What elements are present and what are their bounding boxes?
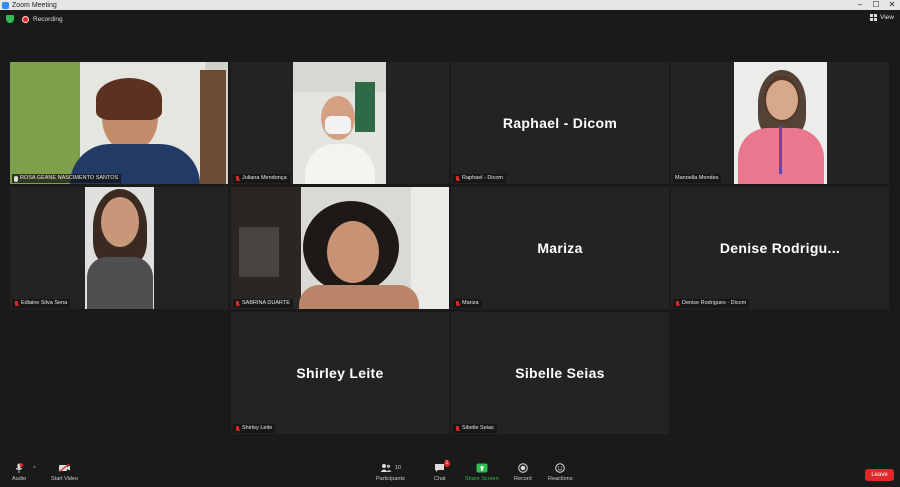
participant-nametag: Raphael - Dicom bbox=[453, 174, 506, 183]
audio-options-caret-icon[interactable]: ^ bbox=[33, 466, 36, 472]
window-title: Zoom Meeting bbox=[12, 1, 57, 9]
participant-tile-mariza[interactable]: Mariza Mariza bbox=[451, 187, 669, 309]
participant-tile-denise[interactable]: Denise Rodrigu... Denise Rodrigues - Dic… bbox=[671, 187, 889, 309]
record-icon bbox=[518, 463, 528, 473]
window-titlebar: Zoom Meeting – ☐ ✕ bbox=[0, 0, 900, 10]
share-screen-button[interactable]: Share Screen bbox=[465, 463, 499, 482]
meeting-topbar: Recording View bbox=[0, 10, 900, 28]
participant-nametag: SABRINA DUARTE bbox=[233, 299, 293, 308]
mic-muted-icon bbox=[455, 425, 460, 432]
window-controls: – ☐ ✕ bbox=[852, 0, 900, 10]
participant-display-name: Denise Rodrigu... bbox=[719, 240, 841, 256]
mic-muted-icon bbox=[14, 300, 19, 307]
audio-button[interactable]: Audio bbox=[12, 463, 26, 482]
minimize-button[interactable]: – bbox=[852, 0, 868, 10]
chat-button[interactable]: 1 Chat bbox=[434, 460, 451, 482]
participant-nametag: Edlaine Silva Sena bbox=[12, 299, 71, 308]
zoom-app-icon bbox=[2, 1, 9, 9]
recording-icon bbox=[22, 15, 29, 23]
mic-on-icon bbox=[14, 175, 18, 182]
participant-name: ROSA GEANE NASCIMENTO SANTOS bbox=[20, 175, 119, 181]
view-label: View bbox=[880, 14, 894, 21]
participant-display-name: Sibelle Seias bbox=[515, 365, 605, 381]
close-button[interactable]: ✕ bbox=[884, 0, 900, 10]
microphone-icon bbox=[14, 463, 24, 473]
participant-tile-juliana[interactable]: Juliana Mendonça bbox=[231, 62, 449, 184]
participant-name: Manoella Mendes bbox=[675, 175, 719, 181]
participant-nametag: Mariza bbox=[453, 299, 482, 308]
participant-tile-sabrina[interactable]: SABRINA DUARTE bbox=[231, 187, 449, 309]
participant-tile-sibelle[interactable]: Sibelle Seias Sibelle Seias bbox=[451, 312, 669, 434]
participant-video bbox=[85, 187, 154, 309]
participant-name: Edlaine Silva Sena bbox=[21, 300, 68, 306]
chat-icon: 1 bbox=[434, 460, 451, 473]
reactions-smiley-icon bbox=[555, 463, 566, 473]
start-video-label: Start Video bbox=[51, 476, 79, 482]
participants-label: Participants bbox=[376, 476, 405, 482]
video-off-icon bbox=[58, 463, 71, 473]
leave-button[interactable]: Leave bbox=[865, 469, 894, 481]
participant-nametag: Denise Rodrigues - Dicom bbox=[673, 299, 750, 308]
view-button[interactable]: View bbox=[870, 14, 894, 21]
participant-nametag: Sibelle Seias bbox=[453, 424, 497, 433]
participant-display-name: Raphael - Dicom bbox=[502, 115, 618, 131]
chat-unread-badge: 1 bbox=[443, 460, 451, 467]
participant-tile-edlaine[interactable]: Edlaine Silva Sena bbox=[10, 187, 228, 309]
participant-nametag: Juliana Mendonça bbox=[233, 174, 290, 183]
grid-view-icon bbox=[870, 14, 878, 21]
share-screen-label: Share Screen bbox=[465, 476, 499, 482]
share-screen-icon bbox=[476, 463, 488, 473]
mic-muted-icon bbox=[455, 175, 460, 182]
participant-nametag: Shirley Leite bbox=[233, 424, 276, 433]
participant-tile-shirley[interactable]: Shirley Leite Shirley Leite bbox=[231, 312, 449, 434]
participant-nametag: Manoella Mendes bbox=[673, 174, 722, 183]
recording-label: Recording bbox=[33, 15, 63, 23]
mic-muted-icon bbox=[235, 175, 240, 182]
mic-muted-icon bbox=[235, 300, 240, 307]
participant-video bbox=[10, 62, 228, 184]
mic-muted-icon bbox=[455, 300, 460, 307]
record-label: Record bbox=[514, 476, 532, 482]
participant-tile-rosa[interactable]: ROSA GEANE NASCIMENTO SANTOS bbox=[10, 62, 228, 184]
reactions-button[interactable]: Reactions bbox=[548, 463, 572, 482]
participants-count: 10 bbox=[394, 465, 401, 471]
security-shield-icon[interactable] bbox=[6, 15, 14, 23]
participant-name: Sibelle Seias bbox=[462, 425, 494, 431]
participant-video bbox=[293, 62, 386, 184]
participant-tile-raphael[interactable]: Raphael - Dicom Raphael - Dicom bbox=[451, 62, 669, 184]
participant-tile-manoella[interactable]: Manoella Mendes bbox=[671, 62, 889, 184]
start-video-button[interactable]: Start Video bbox=[51, 463, 78, 482]
participant-video bbox=[231, 187, 449, 309]
participant-display-name: Mariza bbox=[537, 240, 583, 256]
participant-name: Raphael - Dicom bbox=[462, 175, 503, 181]
meeting-toolbar: Audio ^ Start Video 10 Participants 1 Ch… bbox=[0, 458, 900, 487]
record-button[interactable]: Record bbox=[514, 463, 532, 482]
participant-display-name: Shirley Leite bbox=[296, 365, 384, 381]
participant-name: Denise Rodrigues - Dicom bbox=[682, 300, 747, 306]
reactions-label: Reactions bbox=[548, 476, 573, 482]
participant-name: SABRINA DUARTE bbox=[242, 300, 290, 306]
participant-nametag: ROSA GEANE NASCIMENTO SANTOS bbox=[12, 174, 122, 183]
mic-muted-icon bbox=[675, 300, 680, 307]
participant-name: Shirley Leite bbox=[242, 425, 273, 431]
participant-name: Juliana Mendonça bbox=[242, 175, 287, 181]
participants-button[interactable]: 10 Participants bbox=[376, 463, 405, 482]
chat-label: Chat bbox=[434, 476, 446, 482]
mic-muted-icon bbox=[235, 425, 240, 432]
audio-label: Audio bbox=[12, 476, 27, 482]
participant-video bbox=[734, 62, 827, 184]
maximize-button[interactable]: ☐ bbox=[868, 0, 884, 10]
participants-icon: 10 bbox=[380, 463, 401, 473]
participant-name: Mariza bbox=[462, 300, 479, 306]
